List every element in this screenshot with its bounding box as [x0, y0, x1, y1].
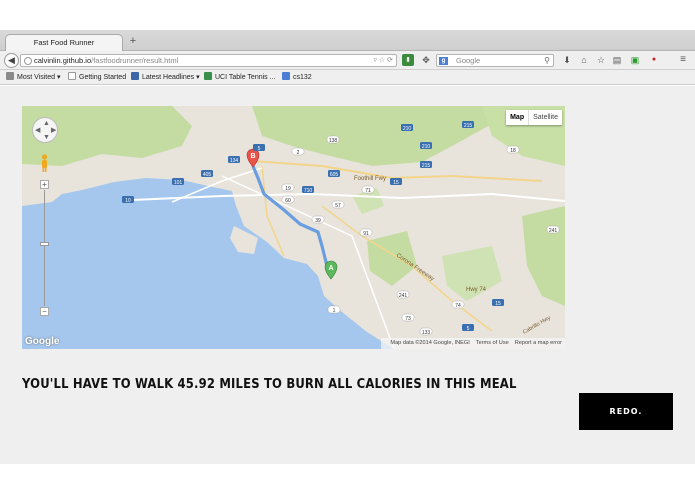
page-icon [204, 72, 212, 80]
svg-text:57: 57 [335, 203, 341, 209]
svg-text:215: 215 [422, 163, 431, 169]
svg-text:710: 710 [304, 188, 313, 194]
svg-text:60: 60 [285, 198, 291, 204]
back-arrow-icon: ◀ [8, 55, 15, 65]
clipboard-icon[interactable]: ▤ [611, 54, 623, 66]
search-box[interactable]: g Google ⚲ [436, 54, 554, 67]
tab-active[interactable]: Fast Food Runner [5, 34, 123, 51]
map-canvas[interactable]: B A Foothill Fwy Corona Freeway Hwy 74 C… [22, 106, 565, 349]
zoom-in-button[interactable]: + [40, 180, 49, 189]
adblock-icon[interactable]: ● [648, 54, 660, 66]
map-attribution: Map data ©2014 Google, INEGI Terms of Use… [381, 338, 565, 349]
svg-text:71: 71 [365, 188, 371, 194]
extension-icon[interactable]: ▮ [402, 54, 414, 66]
svg-text:134: 134 [230, 158, 239, 164]
google-icon [282, 72, 290, 80]
pan-right-icon[interactable]: ▶ [51, 127, 56, 134]
search-placeholder: Google [456, 56, 481, 65]
svg-text:5: 5 [258, 146, 261, 152]
navigation-bar: ◀ calvinlin.github.io/fastfoodrunner/res… [0, 51, 695, 70]
svg-text:74: 74 [455, 303, 461, 309]
addon-icon[interactable]: ✥ [420, 54, 432, 66]
bookmark-star-icon[interactable]: ☆ [595, 54, 607, 66]
svg-text:39: 39 [315, 218, 321, 224]
svg-text:138: 138 [329, 138, 338, 144]
svg-text:241: 241 [549, 228, 558, 234]
bookmark-cs132[interactable]: cs132 [282, 72, 312, 83]
map-type-satellite-button[interactable]: Satellite [529, 110, 562, 125]
map-type-control: Map Satellite [506, 110, 562, 125]
pan-down-icon[interactable]: ▼ [43, 134, 50, 141]
svg-text:10: 10 [125, 198, 131, 204]
svg-text:605: 605 [330, 172, 339, 178]
pan-left-icon[interactable]: ◀ [35, 127, 40, 134]
report-error-link[interactable]: Report a map error [515, 340, 562, 346]
pan-control[interactable]: ▲ ▼ ◀ ▶ [32, 117, 58, 143]
svg-text:210: 210 [403, 126, 412, 132]
marker-end-label: B [250, 153, 255, 160]
svg-text:241: 241 [399, 293, 408, 299]
svg-text:5: 5 [467, 326, 470, 332]
svg-text:210: 210 [422, 144, 431, 150]
globe-icon [24, 57, 32, 65]
bookmark-uci-table-tennis[interactable]: UCI Table Tennis ... [204, 72, 275, 83]
zoom-slider-handle[interactable] [40, 242, 49, 246]
svg-text:2: 2 [297, 150, 300, 156]
back-button[interactable]: ◀ [4, 53, 19, 68]
svg-text:1: 1 [333, 308, 336, 314]
green-addon-icon[interactable]: ▣ [629, 54, 641, 66]
folder-icon [6, 72, 14, 80]
url-text: calvinlin.github.io/fastfoodrunner/resul… [34, 56, 179, 65]
zoom-out-button[interactable]: − [40, 307, 49, 316]
tab-title: Fast Food Runner [33, 38, 95, 47]
bookmark-most-visited[interactable]: Most Visited ▾ [6, 72, 60, 83]
map-data-text: Map data ©2014 Google, INEGI [390, 340, 470, 346]
menu-icon[interactable]: ≡ [677, 54, 689, 66]
bottom-margin [0, 464, 695, 494]
svg-text:133: 133 [422, 330, 431, 336]
tab-bar: Fast Food Runner + [0, 30, 695, 51]
terms-link[interactable]: Terms of Use [476, 340, 509, 346]
home-icon[interactable]: ⌂ [578, 54, 590, 66]
svg-text:15: 15 [393, 180, 399, 186]
bookmark-latest-headlines[interactable]: Latest Headlines ▾ [131, 72, 200, 83]
reload-icon[interactable]: ▿ ☆ ⟳ [373, 55, 393, 67]
url-bar[interactable]: calvinlin.github.io/fastfoodrunner/resul… [20, 54, 397, 67]
page-content: B A Foothill Fwy Corona Freeway Hwy 74 C… [0, 86, 695, 464]
download-icon[interactable]: ⬇ [561, 54, 573, 66]
svg-text:73: 73 [405, 316, 411, 322]
svg-text:15: 15 [495, 301, 501, 307]
result-message: YOU'LL HAVE TO WALK 45.92 MILES TO BURN … [22, 376, 517, 392]
svg-text:18: 18 [510, 148, 516, 154]
map-label: Hwy 74 [466, 287, 487, 293]
map-type-map-button[interactable]: Map [506, 110, 530, 125]
search-engine-icon[interactable]: g [439, 57, 448, 65]
route-map[interactable]: B A Foothill Fwy Corona Freeway Hwy 74 C… [22, 106, 565, 349]
new-tab-button[interactable]: + [127, 34, 139, 48]
page-icon [68, 72, 76, 80]
zoom-slider-track[interactable] [44, 190, 45, 306]
bookmarks-bar: Most Visited ▾ Getting Started Latest He… [0, 70, 695, 85]
svg-text:101: 101 [174, 180, 183, 186]
map-label: Foothill Fwy [354, 176, 386, 182]
rss-icon [131, 72, 139, 80]
top-margin [0, 0, 695, 30]
svg-text:91: 91 [363, 231, 369, 237]
bookmark-getting-started[interactable]: Getting Started [68, 72, 126, 83]
pan-up-icon[interactable]: ▲ [43, 120, 50, 127]
svg-text:405: 405 [203, 172, 212, 178]
street-view-pegman-icon[interactable] [40, 154, 49, 173]
google-logo[interactable]: Google [25, 336, 59, 347]
redo-button[interactable]: REDO. [579, 393, 673, 430]
svg-text:215: 215 [464, 123, 473, 129]
marker-start-label: A [328, 265, 333, 272]
search-icon[interactable]: ⚲ [544, 55, 550, 67]
svg-text:19: 19 [285, 186, 291, 192]
